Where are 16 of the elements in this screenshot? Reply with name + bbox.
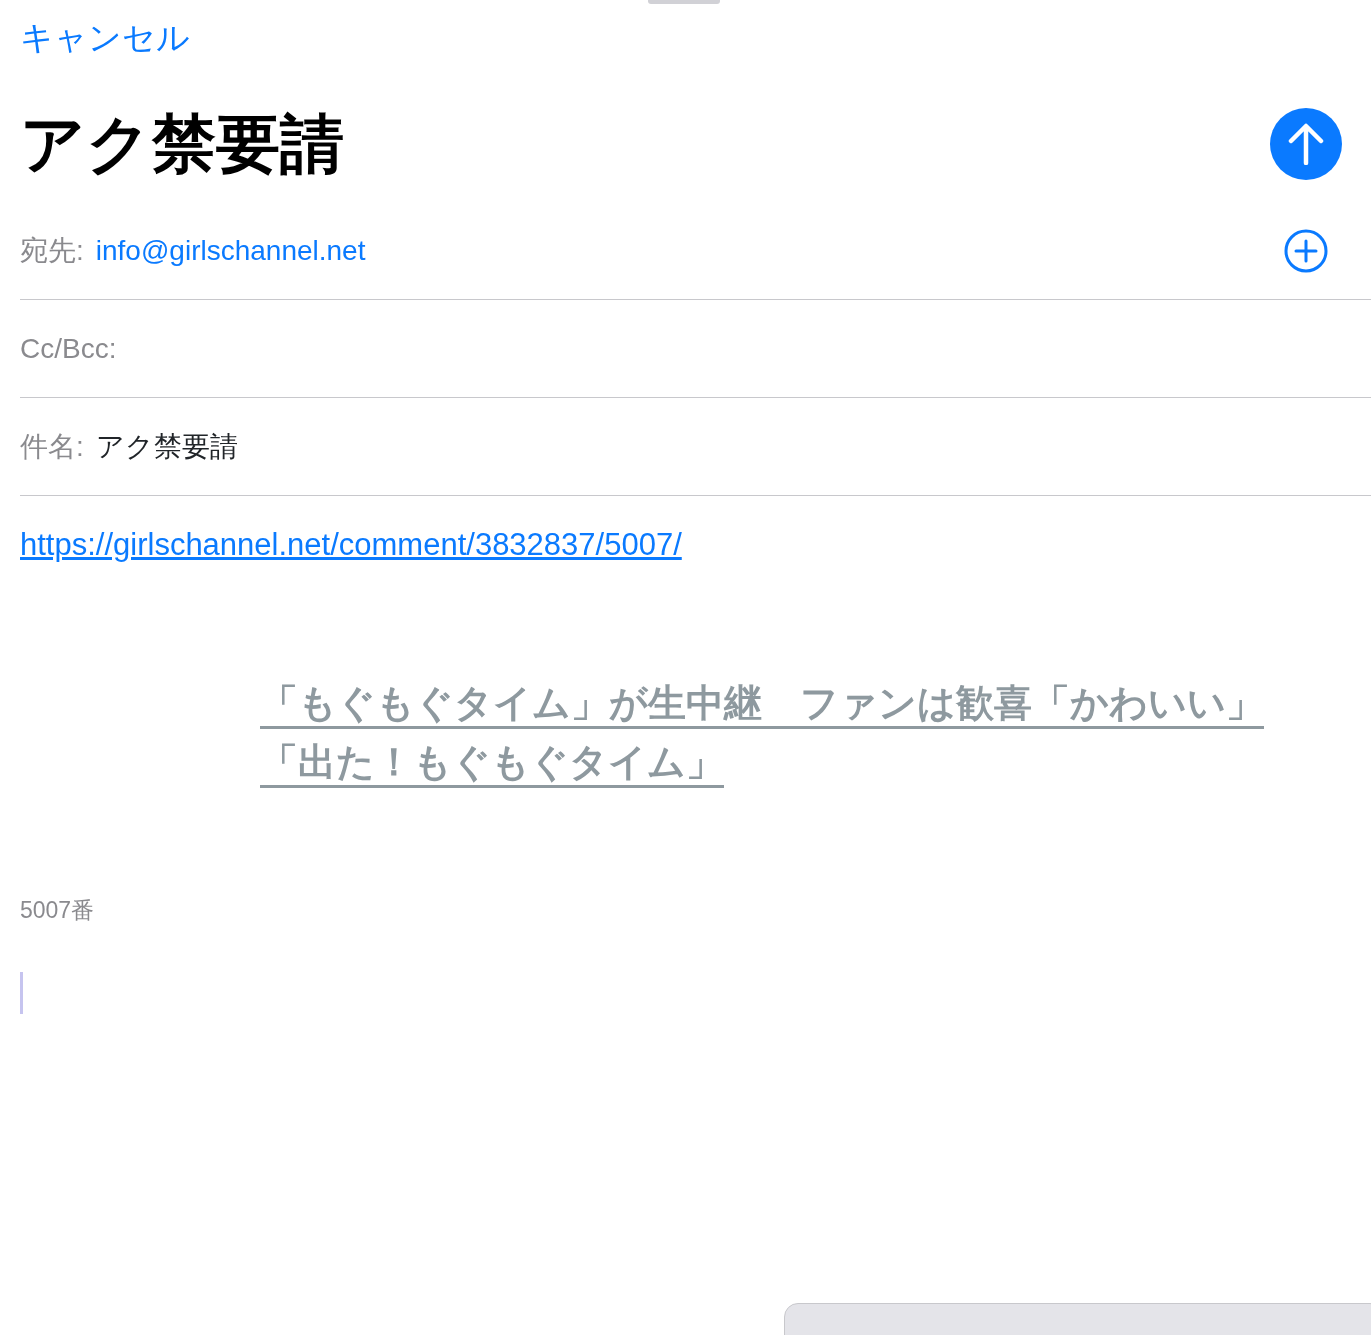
grabber-handle[interactable]	[648, 0, 720, 4]
cancel-link[interactable]: キャンセル	[20, 18, 190, 58]
add-recipient-button[interactable]	[1284, 228, 1328, 273]
article-link[interactable]: 「出た！もぐもぐタイム」	[260, 736, 724, 790]
field-label: 宛先:	[20, 233, 84, 268]
subject-text[interactable]: アク禁要請	[95, 425, 238, 468]
plus-circle-icon	[1284, 228, 1328, 273]
recipient-address[interactable]: info@girlschannel.net	[95, 229, 366, 272]
field-label: Cc/Bcc:	[20, 331, 117, 366]
text-cursor	[20, 971, 23, 1014]
up-arrow-icon	[1288, 123, 1324, 165]
field-label: 件名:	[20, 429, 84, 464]
comment-number: 5007番	[20, 896, 95, 926]
email-title: アク禁要請	[20, 106, 344, 182]
article-link[interactable]: 「もぐもぐタイム」が生中継 ファンは歓喜「かわいい」	[260, 676, 1264, 731]
url-link[interactable]: https://girlschannel.net/comment/3832837/5007/	[20, 522, 682, 569]
